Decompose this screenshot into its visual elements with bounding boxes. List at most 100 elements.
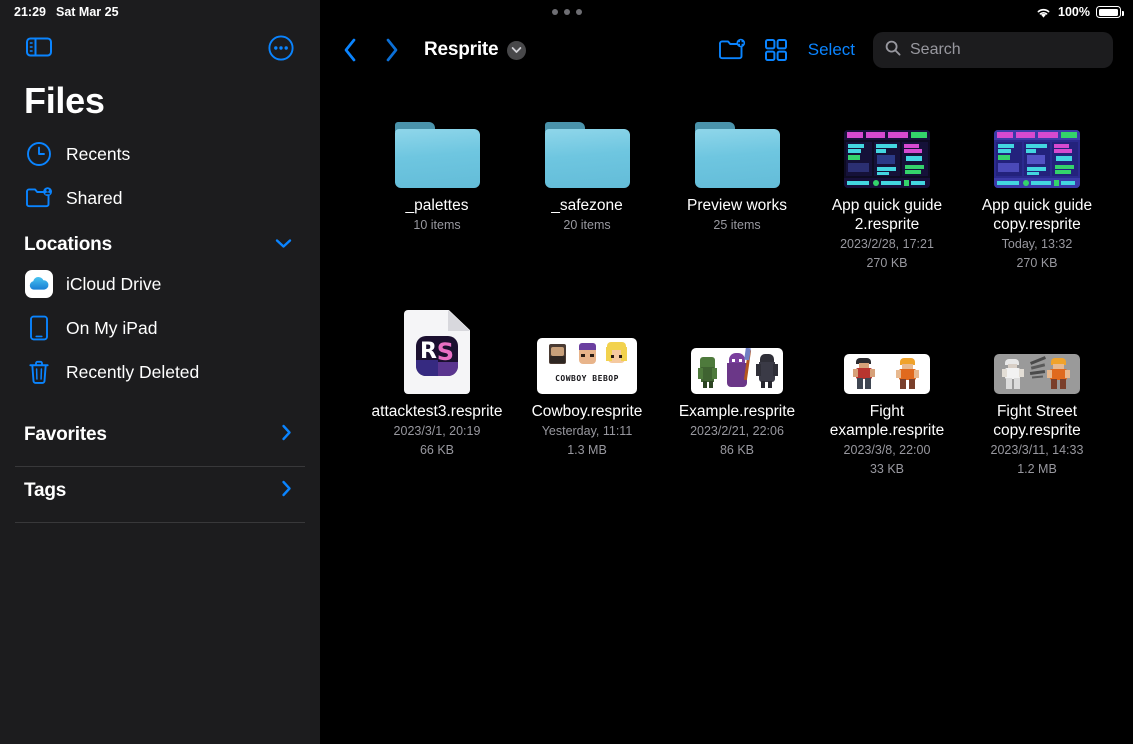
file-name: Fight Street copy.resprite [964, 402, 1110, 440]
select-button[interactable]: Select [798, 40, 869, 60]
file-meta-1: Yesterday, 11:11 [542, 423, 633, 440]
section-title: Locations [24, 234, 112, 256]
tags-header[interactable]: Tags [0, 474, 320, 508]
file-name: App quick guide copy.resprite [964, 196, 1110, 234]
status-bar-left: 21:29 Sat Mar 25 [14, 5, 119, 19]
chevron-down-icon[interactable] [275, 236, 292, 254]
folder-icon [545, 122, 630, 188]
wifi-icon [1035, 6, 1052, 19]
document-icon: RS [404, 310, 470, 394]
more-circle-icon[interactable] [268, 35, 294, 61]
sidebar-item-icloud-drive[interactable]: iCloud Drive [0, 262, 320, 306]
section-title: Tags [24, 480, 66, 502]
status-bar-right: 100% [1035, 5, 1121, 19]
file-item[interactable]: _safezone 20 items [512, 92, 662, 272]
sidebar-item-recents[interactable]: Recents [0, 132, 320, 176]
toolbar-actions: Select Search [710, 32, 1113, 68]
file-meta-2: 270 KB [866, 255, 907, 272]
file-item[interactable]: Fight example.resprite 2023/3/8, 22:00 3… [812, 298, 962, 478]
thumbnail [362, 92, 512, 188]
multitask-dots-icon[interactable] [552, 9, 582, 15]
file-meta-2: 66 KB [420, 442, 454, 459]
nav-buttons [342, 37, 400, 63]
file-name: Example.resprite [664, 402, 810, 421]
file-meta-1: 20 items [563, 217, 610, 234]
chevron-right-icon[interactable] [281, 424, 292, 446]
dot [564, 9, 570, 15]
main-content: Resprite [320, 0, 1133, 744]
icloud-icon [24, 269, 54, 299]
sidebar-toolbar [0, 36, 320, 64]
thumbnail [512, 92, 662, 188]
chevron-down-icon[interactable] [507, 41, 526, 60]
chevron-right-icon[interactable] [281, 480, 292, 502]
file-name: Preview works [664, 196, 810, 215]
status-bar: 21:29 Sat Mar 25 100% [0, 0, 1133, 24]
sidebar-item-label: iCloud Drive [66, 274, 161, 295]
file-meta-1: 2023/3/11, 14:33 [991, 442, 1084, 459]
ipad-icon [24, 313, 54, 343]
file-item[interactable]: Fight Street copy.resprite 2023/3/11, 14… [962, 298, 1112, 478]
sidebar-item-label: Shared [66, 188, 122, 209]
status-date: Sat Mar 25 [56, 5, 119, 19]
trash-icon [24, 357, 54, 387]
file-item[interactable]: _palettes 10 items [362, 92, 512, 272]
file-item[interactable]: Example.resprite 2023/2/21, 22:06 86 KB [662, 298, 812, 478]
chevron-right-icon[interactable] [384, 37, 400, 63]
sidebar-section-locations: Locations [0, 228, 320, 394]
file-item[interactable]: COWBOY BEBOP Cowboy.resprite Yesterday, … [512, 298, 662, 478]
chevron-left-icon[interactable] [342, 37, 358, 63]
favorites-header[interactable]: Favorites [0, 418, 320, 452]
new-folder-icon[interactable] [710, 32, 754, 68]
file-meta-2: 1.3 MB [567, 442, 607, 459]
file-item[interactable]: RS attacktest3.resprite 2023/3/1, 20:19 … [362, 298, 512, 478]
search-field[interactable]: Search [873, 32, 1113, 68]
sidebar-item-label: On My iPad [66, 318, 157, 339]
status-time: 21:29 [14, 5, 46, 19]
sidebar-item-label: Recents [66, 144, 130, 165]
file-item[interactable]: Preview works 25 items [662, 92, 812, 272]
thumbnail [812, 298, 962, 394]
sidebar-nav-list: Recents Shared [0, 132, 320, 220]
guide-thumbnail-blue [994, 130, 1080, 188]
sidebar-section-tags: Tags [0, 474, 320, 523]
fight-thumbnail [844, 354, 930, 394]
file-meta-2: 86 KB [720, 442, 754, 459]
sidebar-item-on-my-ipad[interactable]: On My iPad [0, 306, 320, 350]
file-item[interactable]: App quick guide 2.resprite 2023/2/28, 17… [812, 92, 962, 272]
clock-icon [24, 139, 54, 169]
file-meta-1: 2023/3/1, 20:19 [394, 423, 481, 440]
resprite-app-logo: RS [416, 336, 458, 376]
file-name: _safezone [514, 196, 660, 215]
file-meta-1: 25 items [713, 217, 760, 234]
sidebar-toggle-icon[interactable] [26, 36, 54, 60]
file-meta-2: 33 KB [870, 461, 904, 478]
file-meta-2: 270 KB [1016, 255, 1057, 272]
dot [576, 9, 582, 15]
search-placeholder: Search [910, 41, 961, 59]
thumbnail [962, 298, 1112, 394]
folder-icon [395, 122, 480, 188]
divider [15, 522, 305, 523]
section-title: Favorites [24, 424, 107, 446]
dot [552, 9, 558, 15]
sidebar-item-recently-deleted[interactable]: Recently Deleted [0, 350, 320, 394]
sidebar-item-shared[interactable]: Shared [0, 176, 320, 220]
file-meta-2: 1.2 MB [1017, 461, 1057, 478]
cowboy-caption: COWBOY BEBOP [537, 374, 637, 383]
thumbnail [662, 298, 812, 394]
grid-view-icon[interactable] [754, 32, 798, 68]
file-meta-1: Today, 13:32 [1002, 236, 1073, 253]
divider [15, 466, 305, 467]
toolbar: Resprite [320, 30, 1133, 70]
rpg-thumbnail [691, 348, 783, 394]
file-item[interactable]: App quick guide copy.resprite Today, 13:… [962, 92, 1112, 272]
breadcrumb-folder-title[interactable]: Resprite [424, 39, 526, 61]
file-name: Fight example.resprite [814, 402, 960, 440]
locations-header[interactable]: Locations [0, 228, 320, 262]
ipad-files-app: 21:29 Sat Mar 25 100% [0, 0, 1133, 744]
battery-percent-label: 100% [1058, 5, 1090, 19]
sidebar-item-label: Recently Deleted [66, 362, 199, 383]
file-name: Cowboy.resprite [514, 402, 660, 421]
shared-folder-icon [24, 183, 54, 213]
